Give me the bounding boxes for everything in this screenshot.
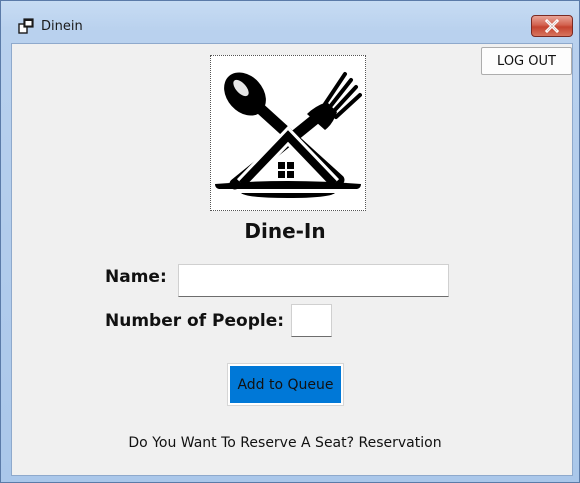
close-icon (544, 19, 560, 33)
add-to-queue-label: Add to Queue (230, 366, 341, 403)
dine-in-logo-icon (210, 55, 366, 211)
page-title: Dine-In (244, 219, 326, 243)
app-window-icon (18, 18, 34, 34)
window-bottom-border (1, 477, 579, 482)
reservation-prompt: Do You Want To Reserve A Seat? Reservati… (12, 435, 558, 451)
people-count-input[interactable] (291, 304, 332, 337)
logout-button[interactable]: LOG OUT (481, 47, 572, 75)
add-to-queue-button[interactable]: Add to Queue (227, 363, 344, 406)
title-bar[interactable]: Dinein (1, 1, 579, 43)
window-title: Dinein (41, 19, 83, 34)
reservation-question: Do You Want To Reserve A Seat? (128, 435, 355, 451)
client-area: LOG OUT Dine-In Name: Number of People: … (11, 43, 573, 476)
reservation-link[interactable]: Reservation (359, 435, 442, 451)
name-input[interactable] (178, 264, 449, 297)
name-label: Name: (105, 267, 167, 287)
people-count-label: Number of People: (105, 311, 285, 331)
close-button[interactable] (531, 15, 573, 37)
app-window: Dinein LOG OUT Dine-In Name: Number of P… (0, 0, 580, 483)
